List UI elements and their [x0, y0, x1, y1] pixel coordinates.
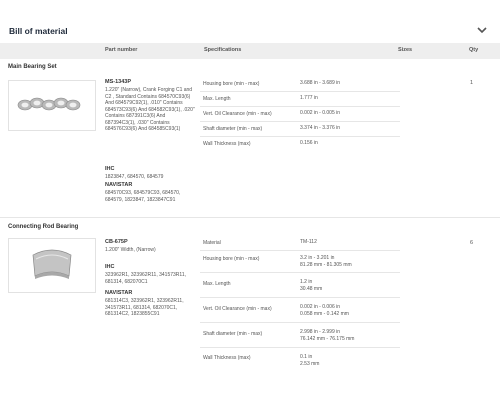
spec-value: TM-112 [300, 239, 317, 245]
spec-key: Vert. Oil Clearance (min - max) [203, 306, 272, 312]
spec-key: Wall Thickness (max) [203, 141, 251, 147]
ihc-numbers: 1823847, 684570, 684579 [105, 174, 164, 180]
section-title: Bill of material [9, 26, 68, 36]
spec-key: Housing bore (min - max) [203, 81, 260, 87]
spec-row: Housing bore (min - max) 3.2 in - 3.201 … [200, 251, 400, 273]
spec-value: 0.002 in - 0.006 in [300, 304, 341, 310]
spec-key: Shaft diameter (min - max) [203, 331, 263, 337]
spec-value-metric: 76.142 mm - 76.175 mm [300, 336, 355, 342]
group-title-connecting-rod-bearing: Connecting Rod Bearing [8, 224, 79, 230]
spec-value-metric: 2.53 mm [300, 361, 320, 367]
navistar-numbers: 684570C93, 684579C93, 684570, 684579, 18… [105, 190, 181, 203]
spec-value: 1.777 in [300, 95, 318, 101]
ihc-numbers: 323962R1, 323962R11, 341573R11, 681314, … [105, 272, 186, 285]
spec-key: Max. Length [203, 281, 231, 287]
section-divider [0, 217, 500, 218]
spec-value: 3.374 in - 3.376 in [300, 125, 341, 131]
navistar-numbers: 681314C3, 323962R1, 323962R11, 341573R11… [105, 298, 184, 317]
spec-row: Max. Length 1.2 in 30.48 mm [200, 273, 400, 298]
bill-of-material-header[interactable]: Bill of material [0, 22, 500, 42]
qty-value: 6 [470, 240, 474, 246]
spec-row: Vert. Oil Clearance (min - max) 0.002 in… [200, 107, 400, 122]
spec-key: Shaft diameter (min - max) [203, 126, 263, 132]
column-sizes: Sizes [398, 47, 413, 53]
spec-key: Vert. Oil Clearance (min - max) [203, 111, 272, 117]
column-part-number: Part number [105, 47, 138, 53]
spec-value: 2.998 in - 2.999 in [300, 329, 341, 335]
part-number-cb-675p[interactable]: CB-675P [105, 239, 128, 246]
spec-key: Housing bore (min - max) [203, 256, 260, 262]
ihc-label: IHC [105, 166, 115, 172]
spec-value-metric: 81.28 mm - 81.305 mm [300, 262, 352, 268]
spec-row: Shaft diameter (min - max) 2.998 in - 2.… [200, 323, 400, 348]
column-specifications: Specifications [204, 47, 242, 53]
spec-value: 3.2 in - 3.201 in [300, 255, 335, 261]
spec-row: Wall Thickness (max) 0.1 in 2.53 mm [200, 348, 400, 372]
spec-key: Wall Thickness (max) [203, 355, 251, 361]
spec-row: Max. Length 1.777 in [200, 92, 400, 107]
main-bearing-set-image[interactable] [8, 80, 96, 131]
ihc-label: IHC [105, 264, 115, 270]
spec-row: Material TM-112 [200, 236, 400, 251]
spec-key: Max. Length [203, 96, 231, 102]
spec-key: Material [203, 240, 221, 246]
group-title-main-bearing-set: Main Bearing Set [8, 64, 57, 70]
connecting-rod-bearing-image[interactable] [8, 238, 96, 293]
spec-value: 1.2 in [300, 279, 313, 285]
column-qty: Qty [469, 47, 479, 53]
spec-value: 0.156 in [300, 140, 318, 146]
spec-row: Shaft diameter (min - max) 3.374 in - 3.… [200, 122, 400, 137]
chevron-down-icon[interactable] [476, 25, 488, 35]
spec-value: 3.688 in - 3.689 in [300, 80, 341, 86]
bearing-shells-icon [17, 97, 81, 111]
spec-row: Housing bore (min - max) 3.688 in - 3.68… [200, 77, 400, 92]
spec-row: Wall Thickness (max) 0.156 in [200, 137, 400, 152]
part-number-ms-1343p[interactable]: MS-1343P [105, 79, 131, 86]
navistar-label: NAVISTAR [105, 182, 133, 188]
navistar-label: NAVISTAR [105, 290, 133, 296]
spec-row: Vert. Oil Clearance (min - max) 0.002 in… [200, 298, 400, 323]
part-description: 1.220" (Narrow), Crank Forging C1 and C2… [105, 87, 195, 132]
spec-value: 0.1 in [300, 354, 313, 360]
qty-value: 1 [470, 80, 474, 86]
table-header: Part number Specifications Sizes Qty [0, 43, 500, 59]
spec-value: 0.002 in - 0.005 in [300, 110, 341, 116]
spec-value-metric: 30.48 mm [300, 286, 323, 292]
bearing-shell-icon [32, 249, 72, 279]
part-description: 1.200" Width, (Narrow) [105, 247, 156, 253]
spec-value-metric: 0.058 mm - 0.142 mm [300, 311, 349, 317]
